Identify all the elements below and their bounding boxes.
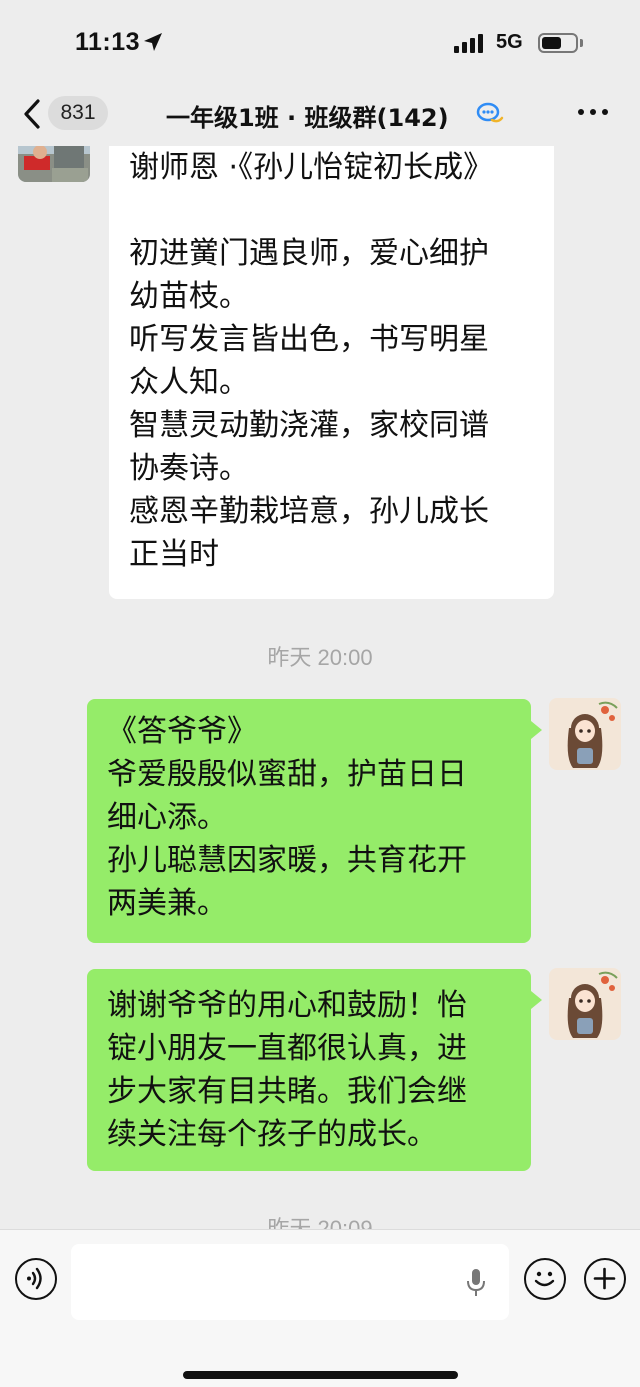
network-type: 5G — [496, 31, 523, 53]
battery-icon — [538, 33, 578, 53]
user-avatar[interactable] — [549, 968, 621, 1040]
received-message-bubble[interactable]: 谢师恩 ·《孙儿怡锭初长成》 初进黉门遇良师，爱心细护 幼苗枝。 听写发言皆出色… — [109, 146, 554, 599]
input-bar — [0, 1229, 640, 1387]
chat-header: 831 一年级1班 · 班级群(142) — [0, 88, 640, 146]
more-options-icon[interactable] — [578, 109, 608, 115]
location-arrow-icon — [144, 33, 162, 51]
user-avatar[interactable] — [549, 698, 621, 770]
chat-bubbles-icon — [476, 102, 504, 123]
bubble-tail — [531, 991, 542, 1009]
plus-icon[interactable] — [584, 1258, 626, 1300]
sent-message-bubble[interactable]: 《答爷爷》 爷爱殷殷似蜜甜，护苗日日 细心添。 孙儿聪慧因家暖，共育花开 两美兼… — [87, 699, 531, 943]
status-time: 11:13 — [75, 28, 141, 56]
unread-count-badge[interactable]: 831 — [48, 96, 108, 130]
chat-title: 一年级1班 · 班级群(142) — [166, 104, 449, 132]
message-input[interactable] — [71, 1244, 509, 1320]
emoji-icon[interactable] — [524, 1258, 566, 1300]
battery-cap — [580, 39, 583, 47]
home-indicator — [183, 1371, 458, 1379]
voice-icon[interactable] — [15, 1258, 57, 1300]
timestamp: 昨天 20:00 — [267, 645, 373, 670]
sender-avatar[interactable] — [18, 146, 90, 182]
bubble-tail — [531, 721, 542, 739]
timestamp: 昨天 20:09 — [267, 1216, 373, 1229]
mic-icon[interactable] — [466, 1268, 486, 1298]
signal-strength-icon — [454, 34, 483, 53]
message-list[interactable]: 谢师恩 ·《孙儿怡锭初长成》 初进黉门遇良师，爱心细护 幼苗枝。 听写发言皆出色… — [0, 146, 640, 1229]
back-chevron-icon[interactable] — [22, 98, 42, 130]
sent-message-bubble[interactable]: 谢谢爷爷的用心和鼓励！怡 锭小朋友一直都很认真，进 步大家有目共睹。我们会继 续… — [87, 969, 531, 1171]
status-bar: 11:13 5G — [0, 0, 640, 88]
